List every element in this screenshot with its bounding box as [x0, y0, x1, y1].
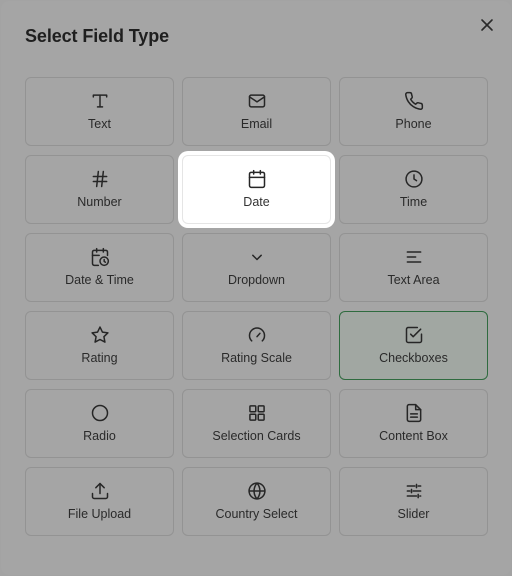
field-type-grid: Text Email Phone Number Date Time Date &…	[25, 77, 488, 536]
file-text-icon	[404, 403, 424, 423]
calendar-clock-icon	[90, 247, 110, 267]
field-type-label: Email	[240, 117, 273, 131]
field-type-label: Checkboxes	[379, 351, 448, 365]
field-type-label: Selection Cards	[212, 429, 301, 443]
field-type-label: File Upload	[67, 507, 132, 521]
sliders-icon	[404, 481, 424, 501]
field-type-radio[interactable]: Radio	[25, 389, 174, 458]
field-type-phone[interactable]: Phone	[339, 77, 488, 146]
checkbox-icon	[404, 325, 424, 345]
text-icon	[90, 91, 110, 111]
chevron-down-icon	[247, 247, 267, 267]
field-type-text-area[interactable]: Text Area	[339, 233, 488, 302]
grid-icon	[247, 403, 267, 423]
field-type-label: Number	[77, 195, 122, 209]
clock-icon	[404, 169, 424, 189]
star-icon	[90, 325, 110, 345]
field-type-label: Radio	[83, 429, 116, 443]
field-type-rating-scale[interactable]: Rating Scale	[182, 311, 331, 380]
field-type-label: Country Select	[215, 507, 298, 521]
mail-icon	[247, 91, 267, 111]
field-type-label: Date	[243, 195, 270, 209]
field-type-label: Rating	[81, 351, 118, 365]
close-icon	[480, 18, 494, 37]
field-type-label: Content Box	[379, 429, 448, 443]
field-type-content-box[interactable]: Content Box	[339, 389, 488, 458]
field-type-text[interactable]: Text	[25, 77, 174, 146]
dialog-title: Select Field Type	[25, 26, 170, 46]
align-left-icon	[404, 247, 424, 267]
field-type-email[interactable]: Email	[182, 77, 331, 146]
upload-icon	[90, 481, 110, 501]
field-type-time[interactable]: Time	[339, 155, 488, 224]
field-type-label: Time	[399, 195, 428, 209]
calendar-icon	[247, 169, 267, 189]
field-type-checkboxes[interactable]: Checkboxes	[339, 311, 488, 380]
select-field-type-dialog: Select Field Type Text Email Phone Numbe…	[1, 1, 511, 575]
field-type-label: Text Area	[387, 273, 440, 287]
field-type-number[interactable]: Number	[25, 155, 174, 224]
field-type-selection-cards[interactable]: Selection Cards	[182, 389, 331, 458]
field-type-label: Date & Time	[65, 273, 134, 287]
field-type-slider[interactable]: Slider	[339, 467, 488, 536]
field-type-dropdown[interactable]: Dropdown	[182, 233, 331, 302]
field-type-label: Rating Scale	[221, 351, 292, 365]
field-type-label: Dropdown	[228, 273, 285, 287]
field-type-label: Phone	[395, 117, 432, 131]
field-type-file-upload[interactable]: File Upload	[25, 467, 174, 536]
hash-icon	[90, 169, 110, 189]
close-button[interactable]	[477, 17, 497, 37]
field-type-label: Text	[88, 117, 111, 131]
circle-icon	[90, 403, 110, 423]
field-type-rating[interactable]: Rating	[25, 311, 174, 380]
field-type-date[interactable]: Date	[182, 155, 331, 224]
gauge-icon	[247, 325, 267, 345]
field-type-date-time[interactable]: Date & Time	[25, 233, 174, 302]
phone-icon	[404, 91, 424, 111]
globe-icon	[247, 481, 267, 501]
field-type-label: Slider	[397, 507, 430, 521]
field-type-country-select[interactable]: Country Select	[182, 467, 331, 536]
